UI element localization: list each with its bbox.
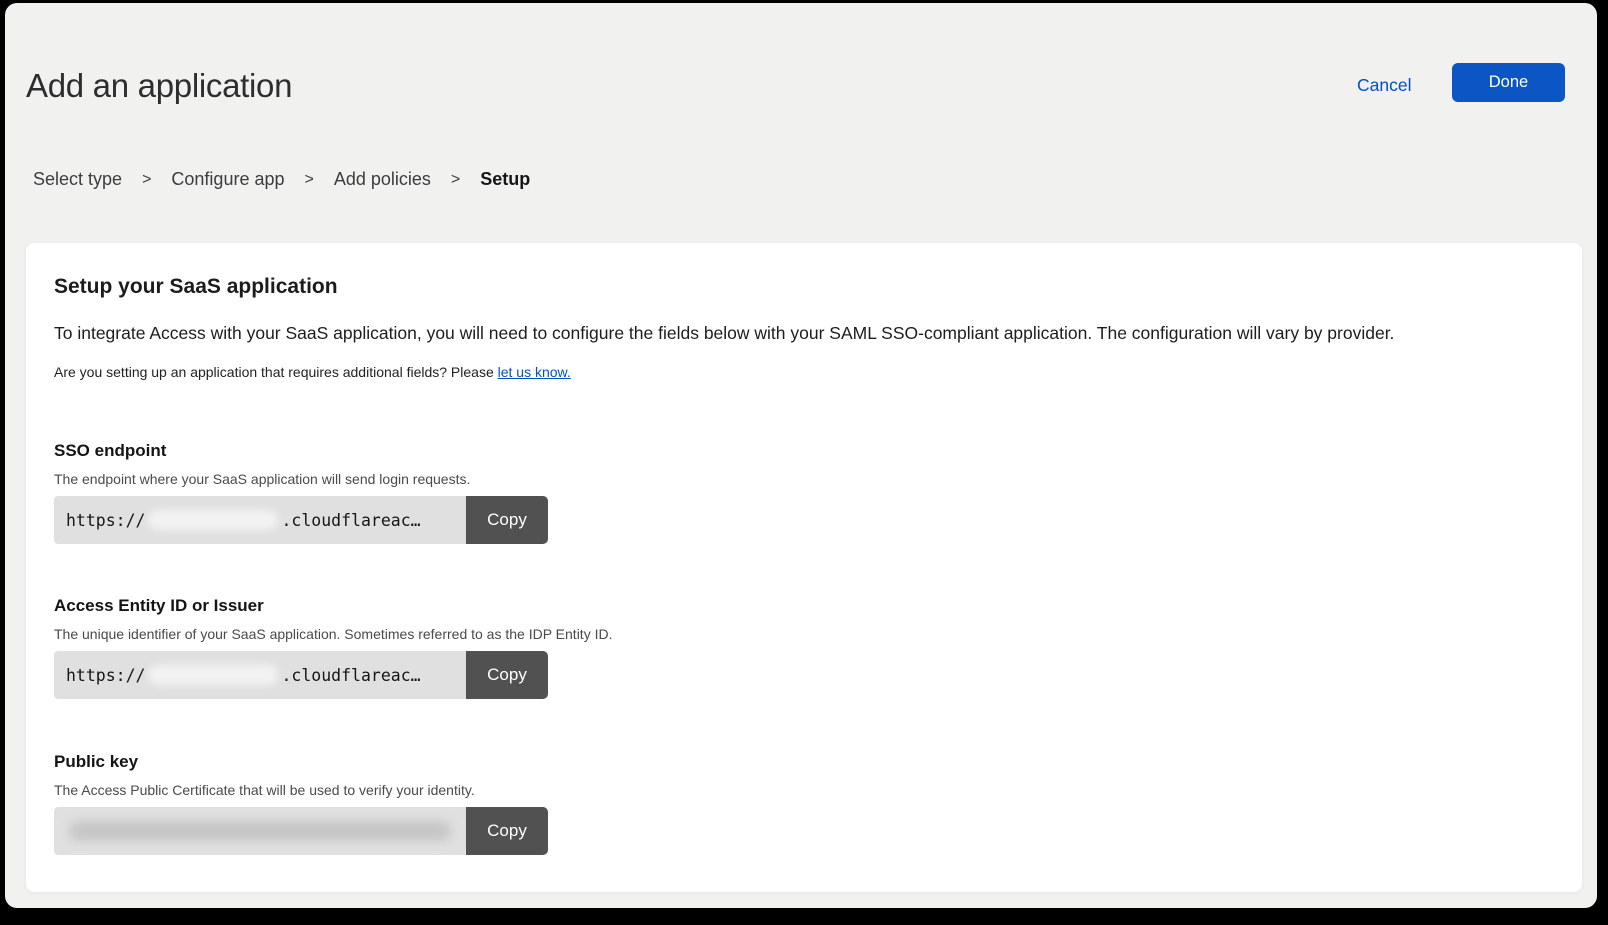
sso-endpoint-label: SSO endpoint (54, 441, 548, 461)
public-key-section: Public key The Access Public Certificate… (54, 752, 548, 855)
sso-endpoint-section: SSO endpoint The endpoint where your Saa… (54, 441, 548, 544)
breadcrumb-separator: > (305, 171, 314, 189)
card-note-text: Are you setting up an application that r… (54, 364, 498, 380)
card-note: Are you setting up an application that r… (54, 364, 571, 380)
public-key-description: The Access Public Certificate that will … (54, 782, 548, 798)
breadcrumb-setup: Setup (480, 169, 530, 190)
sso-endpoint-value-suffix: .cloudflareac… (281, 511, 420, 530)
public-key-label: Public key (54, 752, 548, 772)
redacted-value (148, 510, 278, 530)
sso-endpoint-copy-button[interactable]: Copy (466, 496, 548, 544)
entity-id-value: https:// .cloudflareac… (54, 651, 466, 699)
breadcrumb: Select type > Configure app > Add polici… (33, 169, 530, 190)
breadcrumb-select-type[interactable]: Select type (33, 169, 122, 190)
card-heading: Setup your SaaS application (54, 275, 338, 299)
entity-id-value-suffix: .cloudflareac… (281, 666, 420, 685)
let-us-know-link[interactable]: let us know. (498, 364, 571, 380)
breadcrumb-configure-app[interactable]: Configure app (171, 169, 284, 190)
sso-endpoint-value: https:// .cloudflareac… (54, 496, 466, 544)
sso-endpoint-description: The endpoint where your SaaS application… (54, 471, 548, 487)
setup-card: Setup your SaaS application To integrate… (25, 242, 1583, 893)
public-key-copy-button[interactable]: Copy (466, 807, 548, 855)
done-button[interactable]: Done (1452, 63, 1565, 102)
breadcrumb-separator: > (142, 171, 151, 189)
sso-endpoint-value-prefix: https:// (66, 511, 145, 530)
cancel-button[interactable]: Cancel (1357, 75, 1411, 96)
breadcrumb-add-policies[interactable]: Add policies (334, 169, 431, 190)
entity-id-description: The unique identifier of your SaaS appli… (54, 626, 612, 642)
page-title: Add an application (26, 67, 292, 105)
public-key-value (54, 807, 466, 855)
app-window: Add an application Cancel Done Select ty… (5, 3, 1597, 908)
entity-id-copy-button[interactable]: Copy (466, 651, 548, 699)
redacted-value (148, 665, 278, 685)
entity-id-section: Access Entity ID or Issuer The unique id… (54, 596, 612, 699)
card-intro-text: To integrate Access with your SaaS appli… (54, 323, 1556, 344)
breadcrumb-separator: > (451, 171, 460, 189)
entity-id-label: Access Entity ID or Issuer (54, 596, 612, 616)
entity-id-value-prefix: https:// (66, 666, 145, 685)
redacted-value (69, 821, 451, 841)
